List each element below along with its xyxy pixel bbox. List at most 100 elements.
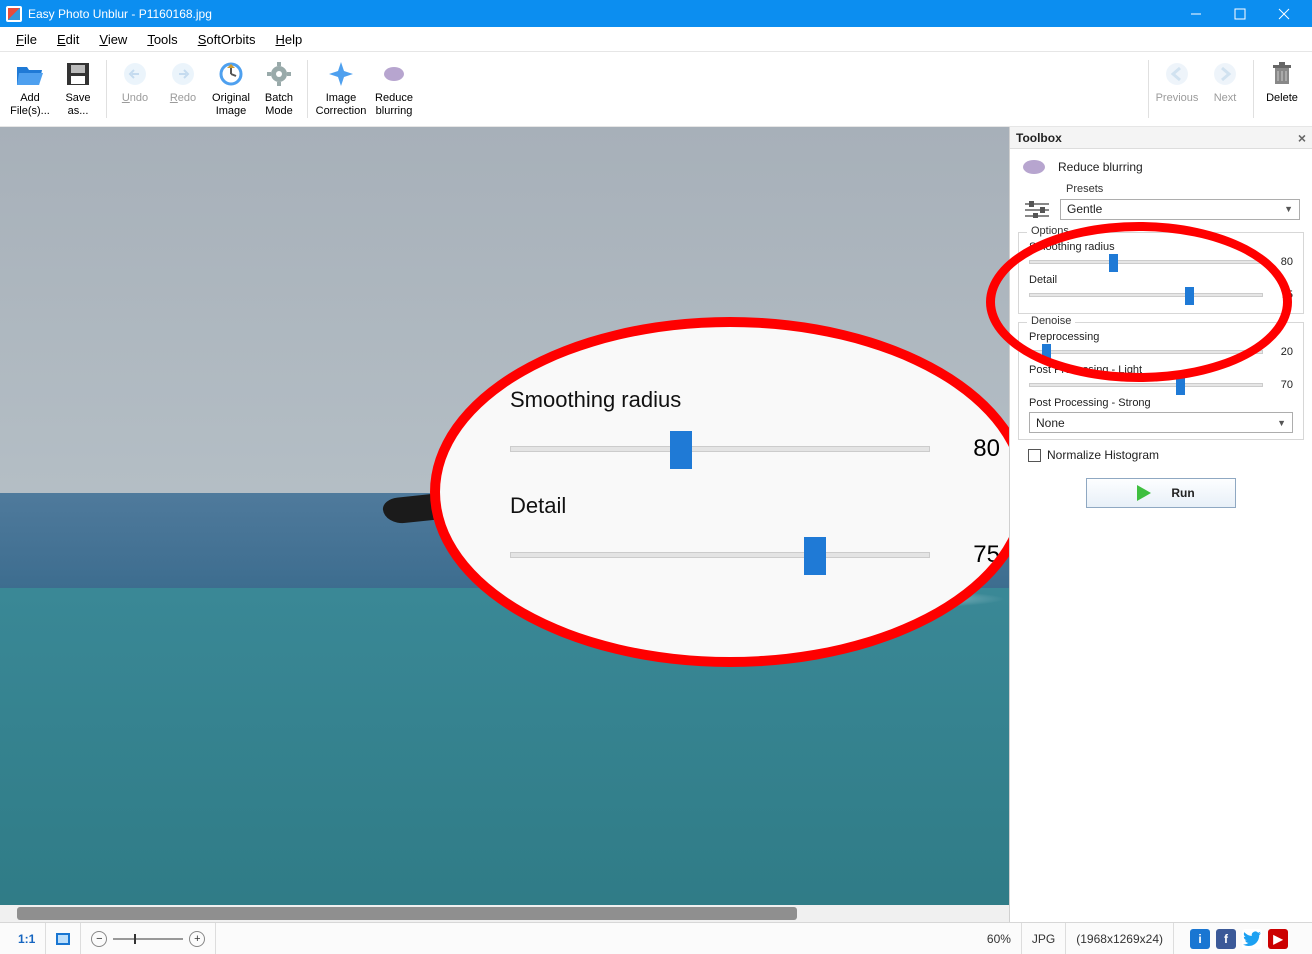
options-group: Options Smoothing radius 80 Detail 75	[1018, 232, 1304, 314]
toolbar-label: Reduce blurring	[370, 92, 418, 118]
slider-value: 70	[1271, 379, 1293, 391]
postprocessing-light-slider[interactable]: Post Processing - Light 70	[1029, 364, 1293, 391]
info-icon[interactable]: i	[1190, 929, 1210, 949]
toolbox-panel: Toolbox × Reduce blurring Presets Gentle…	[1009, 127, 1312, 922]
checkbox-icon	[1028, 449, 1041, 462]
previous-icon	[1161, 58, 1193, 90]
menu-view[interactable]: View	[91, 29, 135, 50]
blur-icon	[1020, 155, 1048, 179]
normalize-label: Normalize Histogram	[1047, 448, 1159, 462]
toolbar-label: Original Image	[207, 92, 255, 118]
annotation-callout-large: Smoothing radius 80 Detail 75	[430, 317, 1009, 667]
toolbox-header: Toolbox ×	[1010, 127, 1312, 149]
folder-open-icon	[14, 58, 46, 90]
toolbox-close-icon[interactable]: ×	[1298, 130, 1306, 146]
youtube-icon[interactable]: ▶	[1268, 929, 1288, 949]
titlebar: Easy Photo Unblur - P1160168.jpg	[0, 0, 1312, 27]
toolbar-label: Delete	[1266, 92, 1298, 105]
facebook-icon[interactable]: f	[1216, 929, 1236, 949]
toolbar-label: Undo	[122, 92, 148, 105]
toolbar-label: Next	[1214, 92, 1237, 105]
poststrong-combo[interactable]: None ▼	[1029, 412, 1293, 433]
smoothing-radius-slider[interactable]: Smoothing radius 80	[1029, 241, 1293, 268]
add-files-button[interactable]: Add File(s)...	[6, 54, 54, 124]
zoom-slider[interactable]	[113, 938, 183, 940]
trash-icon	[1266, 58, 1298, 90]
next-icon	[1209, 58, 1241, 90]
callout-detail-value: 75	[958, 541, 1000, 569]
poststrong-label: Post Processing - Strong	[1029, 397, 1293, 409]
chevron-down-icon: ▼	[1277, 418, 1286, 428]
menu-file[interactable]: File	[8, 29, 45, 50]
menu-tools[interactable]: Tools	[139, 29, 185, 50]
main-area: Smoothing radius 80 Detail 75 Toolbox ×	[0, 127, 1312, 922]
slider-label: Preprocessing	[1029, 331, 1293, 343]
menu-help[interactable]: Help	[267, 29, 310, 50]
ratio-button[interactable]: 1:1	[8, 923, 46, 954]
blur-icon	[378, 58, 410, 90]
callout-detail-slider: 75	[510, 535, 1000, 575]
slider-value: 20	[1271, 346, 1293, 358]
close-button[interactable]	[1262, 0, 1306, 27]
preprocessing-slider[interactable]: Preprocessing 20	[1029, 331, 1293, 358]
save-as-button[interactable]: Save as...	[54, 54, 102, 124]
denoise-group-title: Denoise	[1027, 315, 1075, 327]
delete-button[interactable]: Delete	[1258, 54, 1306, 124]
zoom-percent: 60%	[977, 923, 1022, 954]
redo-icon	[167, 58, 199, 90]
callout-smoothing-value: 80	[958, 435, 1000, 463]
redo-button[interactable]: Redo	[159, 54, 207, 124]
slider-label: Post Processing - Light	[1029, 364, 1293, 376]
poststrong-value: None	[1036, 416, 1065, 430]
original-image-button[interactable]: Original Image	[207, 54, 255, 124]
callout-smoothing-slider: 80	[510, 429, 1000, 469]
maximize-button[interactable]	[1218, 0, 1262, 27]
presets-combo[interactable]: Gentle ▼	[1060, 199, 1300, 220]
undo-button[interactable]: Undo	[111, 54, 159, 124]
detail-slider[interactable]: Detail 75	[1029, 274, 1293, 301]
options-group-title: Options	[1027, 225, 1073, 237]
image-correction-button[interactable]: Image Correction	[312, 54, 370, 124]
fit-window-button[interactable]	[46, 923, 81, 954]
image-canvas[interactable]: Smoothing radius 80 Detail 75	[0, 127, 1009, 922]
run-label: Run	[1171, 486, 1194, 500]
previous-button[interactable]: Previous	[1153, 54, 1201, 124]
slider-value: 75	[1271, 289, 1293, 301]
zoom-in-icon[interactable]: +	[189, 931, 205, 947]
chevron-down-icon: ▼	[1284, 204, 1293, 214]
reduce-blurring-button[interactable]: Reduce blurring	[370, 54, 418, 124]
fit-icon	[56, 933, 70, 945]
callout-detail-label: Detail	[510, 493, 1000, 519]
menu-softorbits[interactable]: SoftOrbits	[190, 29, 264, 50]
app-icon	[6, 6, 22, 22]
toolbox-title: Toolbox	[1016, 131, 1062, 145]
toolbar-label: Previous	[1156, 92, 1199, 105]
slider-value: 80	[1271, 256, 1293, 268]
zoom-out-icon[interactable]: −	[91, 931, 107, 947]
normalize-histogram-checkbox[interactable]: Normalize Histogram	[1010, 444, 1312, 470]
undo-icon	[119, 58, 151, 90]
zoom-controls[interactable]: − +	[81, 923, 216, 954]
revert-icon	[215, 58, 247, 90]
image-dimensions: (1968x1269x24)	[1066, 923, 1174, 954]
sliders-icon	[1022, 198, 1052, 220]
presets-row: Presets Gentle ▼	[1010, 183, 1312, 228]
twitter-icon[interactable]	[1242, 929, 1262, 949]
run-button[interactable]: Run	[1086, 478, 1236, 508]
floppy-icon	[62, 58, 94, 90]
callout-smoothing-label: Smoothing radius	[510, 387, 1000, 413]
horizontal-scrollbar[interactable]	[0, 905, 1009, 922]
toolbar-label: Redo	[170, 92, 196, 105]
denoise-group: Denoise Preprocessing 20 Post Processing…	[1018, 322, 1304, 440]
menubar: File Edit View Tools SoftOrbits Help	[0, 27, 1312, 52]
menu-edit[interactable]: Edit	[49, 29, 87, 50]
batch-mode-button[interactable]: Batch Mode	[255, 54, 303, 124]
toolbox-section-row: Reduce blurring	[1010, 149, 1312, 183]
slider-label: Smoothing radius	[1029, 241, 1293, 253]
next-button[interactable]: Next	[1201, 54, 1249, 124]
minimize-button[interactable]	[1174, 0, 1218, 27]
toolbar-label: Batch Mode	[255, 92, 303, 118]
toolbox-section-label: Reduce blurring	[1058, 160, 1143, 174]
presets-label: Presets	[1066, 183, 1300, 195]
file-format: JPG	[1022, 923, 1066, 954]
